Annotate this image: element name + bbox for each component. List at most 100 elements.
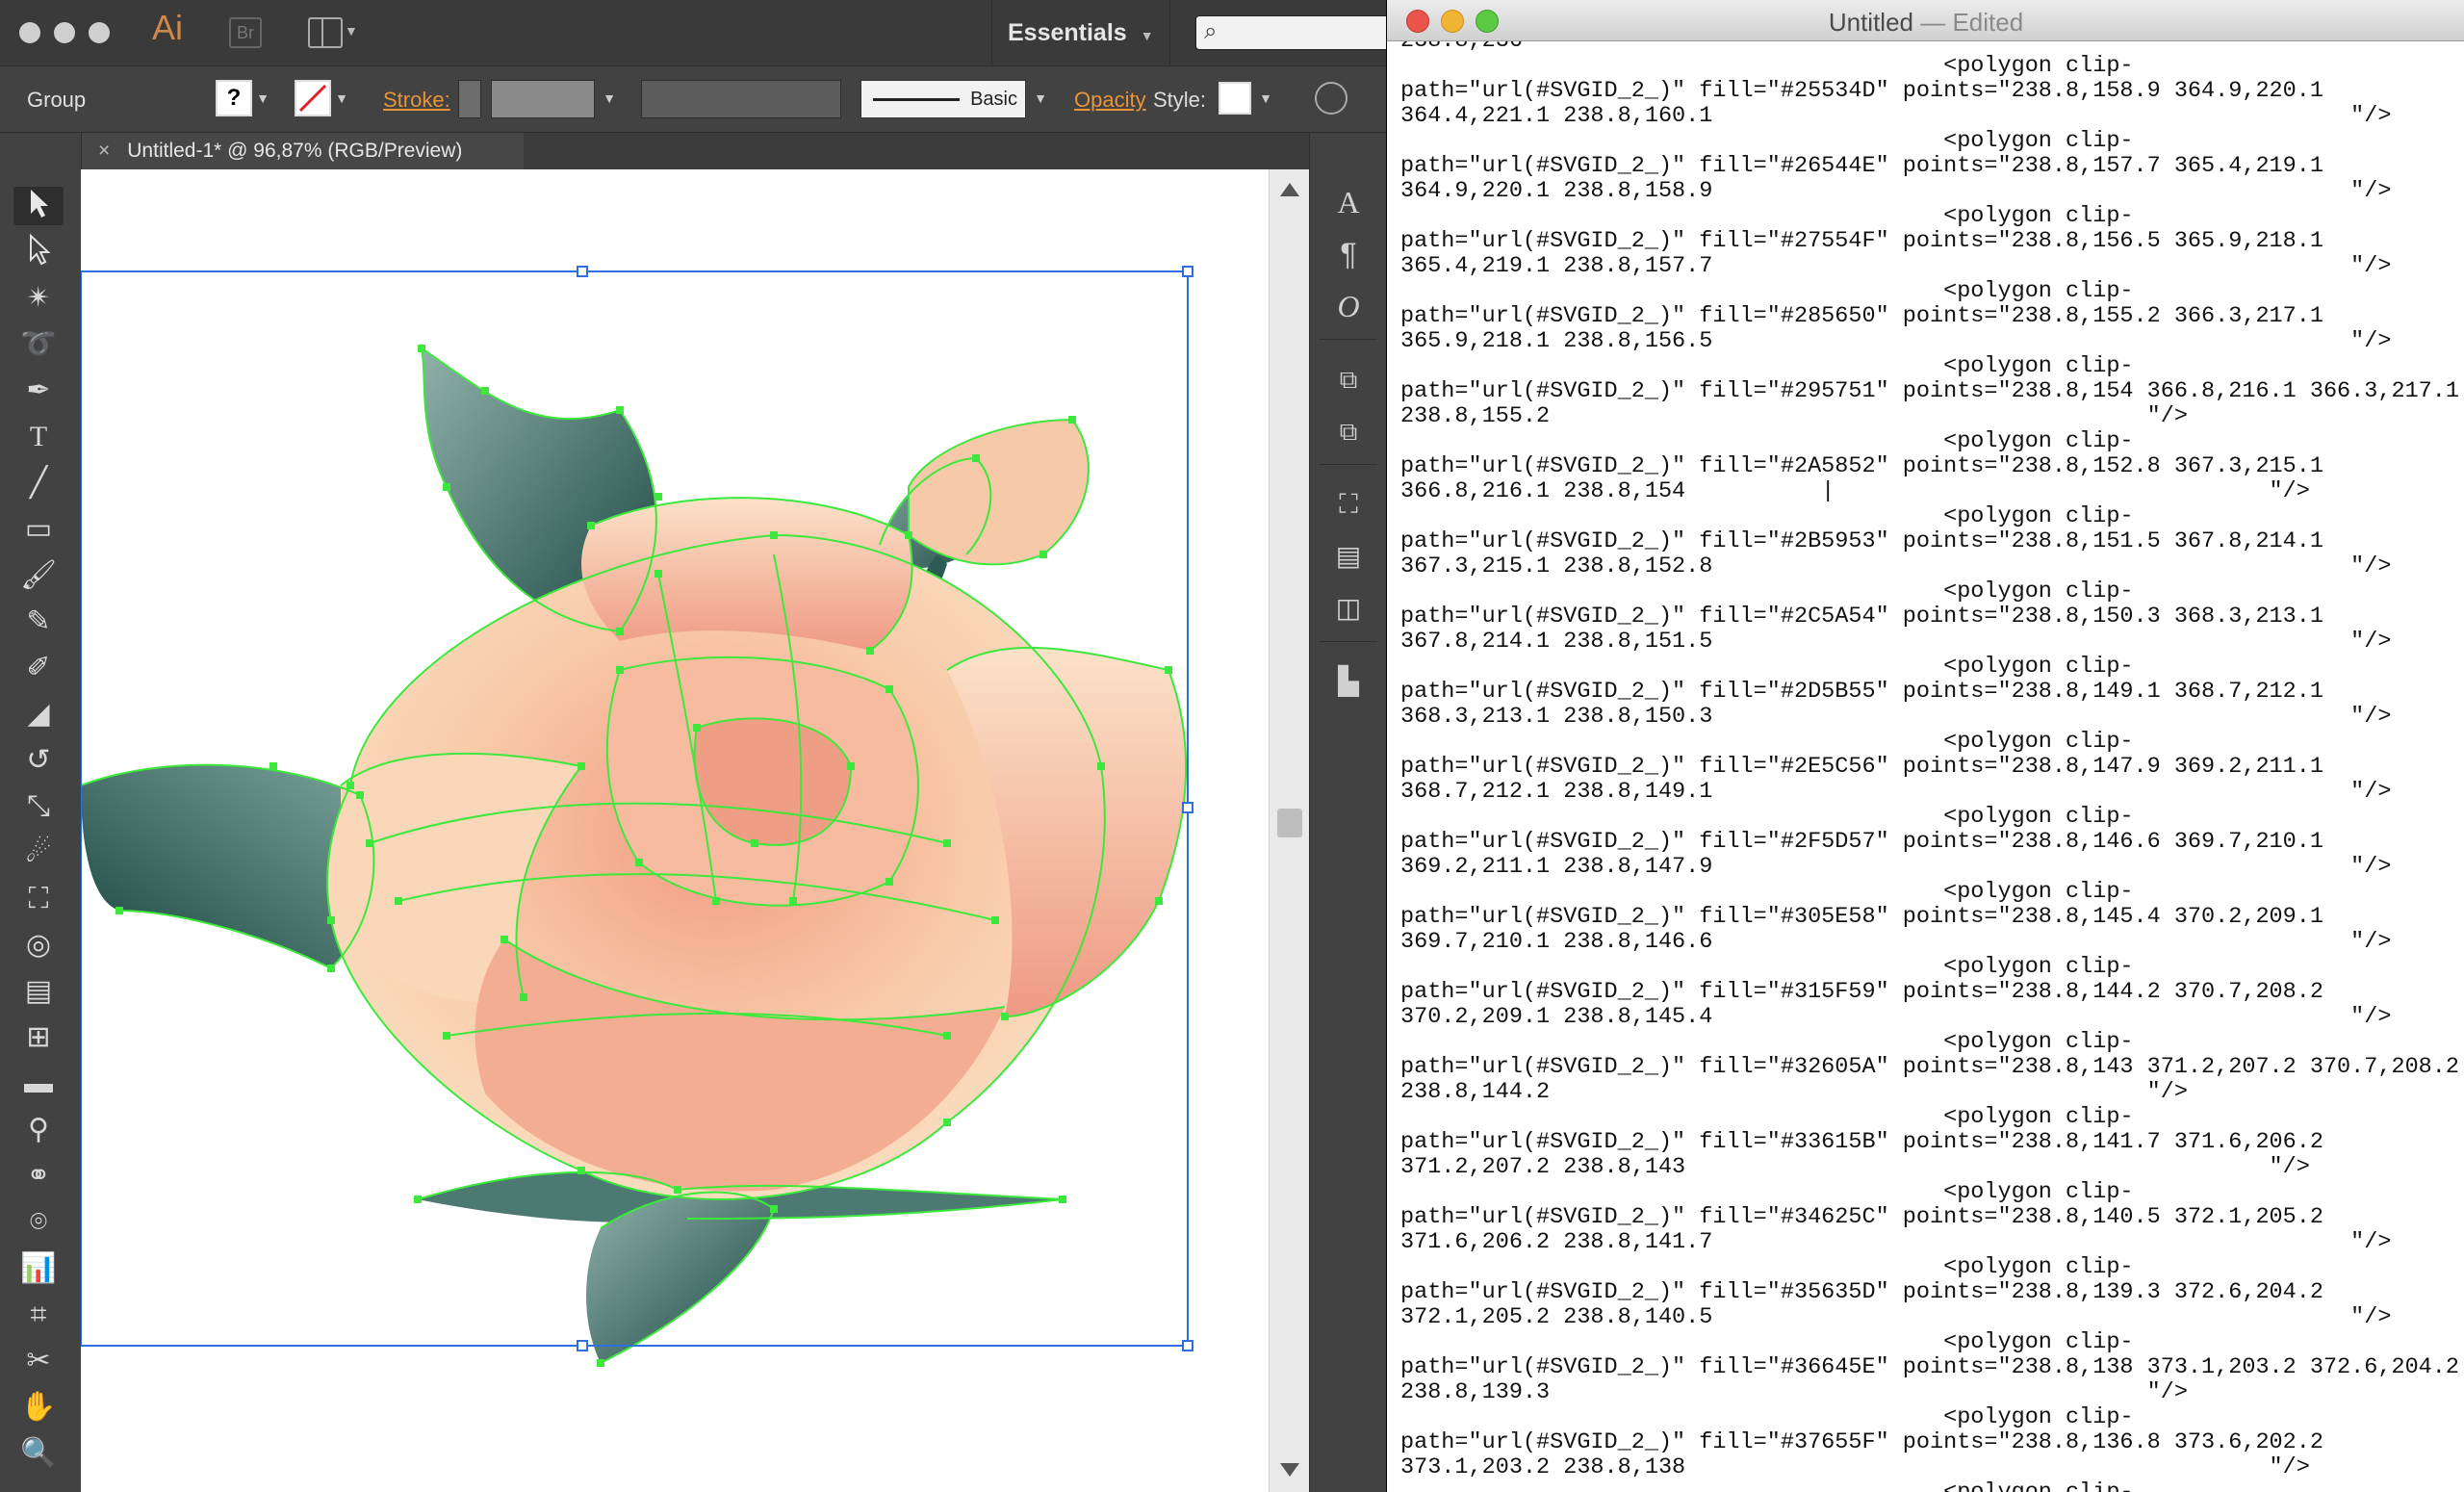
symbol-sprayer-tool-icon[interactable]: ⌾ [13, 1203, 64, 1242]
brush-label: Basic [970, 89, 1017, 110]
perspective-grid-tool-icon[interactable]: ▤ [13, 972, 64, 1011]
bridge-button[interactable]: Br [229, 17, 262, 48]
line-tool-icon[interactable]: ╱ [13, 464, 64, 502]
vertical-scrollbar[interactable] [1269, 169, 1310, 1492]
panel-divider [1320, 641, 1377, 642]
code-line: path="url(#SVGID_2_)" fill="#295751" poi… [1400, 378, 2459, 404]
document-tab-title: Untitled-1* @ 96,87% (RGB/Preview) [127, 140, 463, 162]
gradient-tool-icon[interactable]: ▬ [13, 1065, 64, 1103]
align-panel-icon[interactable]: ▤ [1325, 535, 1372, 578]
artboard-tool-icon[interactable]: ⌗ [13, 1296, 64, 1334]
code-line: <polygon clip- [1400, 278, 2134, 304]
brush-definition[interactable]: Basic [860, 80, 1026, 118]
code-line: path="url(#SVGID_2_)" fill="#2C5A54" poi… [1400, 604, 2323, 630]
code-line: 238.8,139.3 "/> [1400, 1379, 2188, 1405]
code-line: 371.2,207.2 238.8,143 "/> [1400, 1154, 2310, 1180]
code-line: <polygon clip- [1400, 128, 2134, 154]
document-tab[interactable]: × Untitled-1* @ 96,87% (RGB/Preview) [81, 133, 524, 169]
scale-tool-icon[interactable]: ⤡ [13, 787, 64, 826]
chevron-down-icon[interactable]: ▼ [345, 23, 358, 39]
direct-selection-tool-icon[interactable] [13, 233, 64, 271]
warp-tool-icon[interactable]: ☄ [13, 834, 64, 872]
transform-panel-icon[interactable]: ⛶ [1325, 483, 1372, 526]
panel-divider [1320, 339, 1377, 340]
stroke-panel-link[interactable]: Stroke: [383, 88, 450, 113]
code-line: path="url(#SVGID_2_)" fill="#2D5B55" poi… [1400, 679, 2323, 705]
close-tab-icon[interactable]: × [98, 140, 110, 162]
editor-title-bar: Untitled — Edited [1387, 0, 2464, 41]
magic-wand-tool-icon[interactable]: ✴ [13, 279, 64, 318]
opacity-panel-link[interactable]: Opacity [1074, 88, 1146, 113]
eyedropper-tool-icon[interactable]: ⚲ [13, 1111, 64, 1149]
character-styles-icon[interactable]: ⧉ [1325, 358, 1372, 400]
code-line: 238.8,144.2 "/> [1400, 1079, 2188, 1105]
editor-window-title: Untitled — Edited [1387, 8, 2464, 38]
code-line: <polygon clip- [1400, 954, 2134, 980]
selection-type-label: Group [27, 88, 87, 112]
zoom-window-button[interactable] [89, 22, 110, 43]
fill-swatch[interactable]: ? [216, 80, 252, 116]
code-line: 368.3,213.1 238.8,150.3 "/> [1400, 704, 2392, 730]
paragraph-panel-icon[interactable]: ¶ [1325, 233, 1372, 275]
code-line: 370.2,209.1 238.8,145.4 "/> [1400, 1004, 2392, 1030]
chevron-down-icon[interactable]: ▼ [331, 80, 352, 116]
help-search-input[interactable]: ⌕ [1195, 15, 1386, 50]
chevron-down-icon[interactable]: ▼ [1030, 80, 1051, 116]
code-line: <polygon clip- [1400, 1480, 2459, 1492]
paintbrush-tool-icon[interactable]: 🖌 [13, 556, 64, 595]
code-line: <polygon clip- [1400, 1404, 2134, 1430]
close-window-button[interactable] [19, 22, 40, 43]
scrollbar-thumb[interactable] [1277, 809, 1302, 837]
graphic-style-swatch[interactable] [1219, 82, 1251, 115]
minimize-window-button[interactable] [54, 22, 75, 43]
code-line: 369.2,211.1 238.8,147.9 "/> [1400, 854, 2392, 880]
pen-tool-icon[interactable]: ✒ [13, 372, 64, 410]
blend-tool-icon[interactable]: ⚭ [13, 1157, 64, 1196]
stroke-swatch[interactable] [295, 80, 331, 116]
rotate-tool-icon[interactable]: ↺ [13, 741, 64, 780]
code-line: path="url(#SVGID_2_)" fill="#25534D" poi… [1400, 78, 2323, 104]
free-transform-tool-icon[interactable]: ⛶ [13, 880, 64, 918]
arrange-documents-button[interactable] [308, 17, 343, 48]
column-graph-tool-icon[interactable]: 📊 [13, 1249, 64, 1288]
shape-builder-tool-icon[interactable]: ◎ [13, 926, 64, 965]
artboard[interactable] [80, 169, 1269, 1492]
chevron-down-icon[interactable]: ▼ [1255, 80, 1276, 116]
blob-brush-tool-icon[interactable]: ✐ [13, 649, 64, 687]
scroll-down-arrow-icon[interactable] [1280, 1463, 1299, 1477]
character-panel-icon[interactable]: A [1325, 181, 1372, 223]
chevron-down-icon[interactable]: ▼ [252, 80, 273, 116]
illustrator-window: Ai Br ▼ Essentials ▼ ⌕ Group ? ▼ ▼ Stroke… [0, 0, 1386, 1492]
chevron-down-icon[interactable]: ▼ [599, 80, 620, 116]
mesh-tool-icon[interactable]: ⊞ [13, 1018, 64, 1057]
code-line: path="url(#SVGID_2_)" fill="#2B5953" poi… [1400, 528, 2323, 554]
zoom-tool-icon[interactable]: 🔍 [13, 1434, 64, 1473]
opentype-panel-icon[interactable]: O [1325, 285, 1372, 327]
eraser-tool-icon[interactable]: ◢ [13, 695, 64, 733]
code-line: <polygon clip- [1400, 1029, 2134, 1055]
code-line: 238.8,155.2 "/> [1400, 403, 2188, 429]
slice-tool-icon[interactable]: ✂ [13, 1342, 64, 1380]
pathfinder-panel-icon[interactable]: ◫ [1325, 587, 1372, 630]
code-line: 365.9,218.1 238.8,156.5 "/> [1400, 328, 2392, 354]
stroke-weight-stepper[interactable] [458, 80, 481, 118]
type-tool-icon[interactable]: T [13, 418, 64, 456]
lasso-tool-icon[interactable]: ➰ [13, 325, 64, 364]
paragraph-styles-icon[interactable]: ⧉ [1325, 410, 1372, 452]
canvas-area[interactable] [80, 169, 1310, 1492]
code-line: path="url(#SVGID_2_)" fill="#34625C" poi… [1400, 1204, 2323, 1230]
variable-width-profile[interactable] [641, 80, 841, 118]
code-line: <polygon clip- [1400, 203, 2134, 229]
workspace-switcher[interactable]: Essentials ▼ [991, 0, 1170, 65]
rectangle-tool-icon[interactable]: ▭ [13, 510, 64, 549]
graphic-styles-icon[interactable]: ▙ [1325, 660, 1372, 703]
scroll-up-arrow-icon[interactable] [1280, 183, 1299, 196]
rose-artwork[interactable] [80, 169, 1269, 1492]
selection-tool-icon[interactable] [13, 187, 64, 225]
document-setup-icon[interactable] [1315, 82, 1348, 115]
code-line: path="url(#SVGID_2_)" fill="#35635D" poi… [1400, 1279, 2323, 1305]
pencil-tool-icon[interactable]: ✎ [13, 603, 64, 641]
code-text-area[interactable]: 238.8,236 <polygon clip-path="url(#SVGID… [1400, 29, 2459, 1492]
hand-tool-icon[interactable]: ✋ [13, 1388, 64, 1427]
stroke-weight-field[interactable] [491, 80, 595, 118]
